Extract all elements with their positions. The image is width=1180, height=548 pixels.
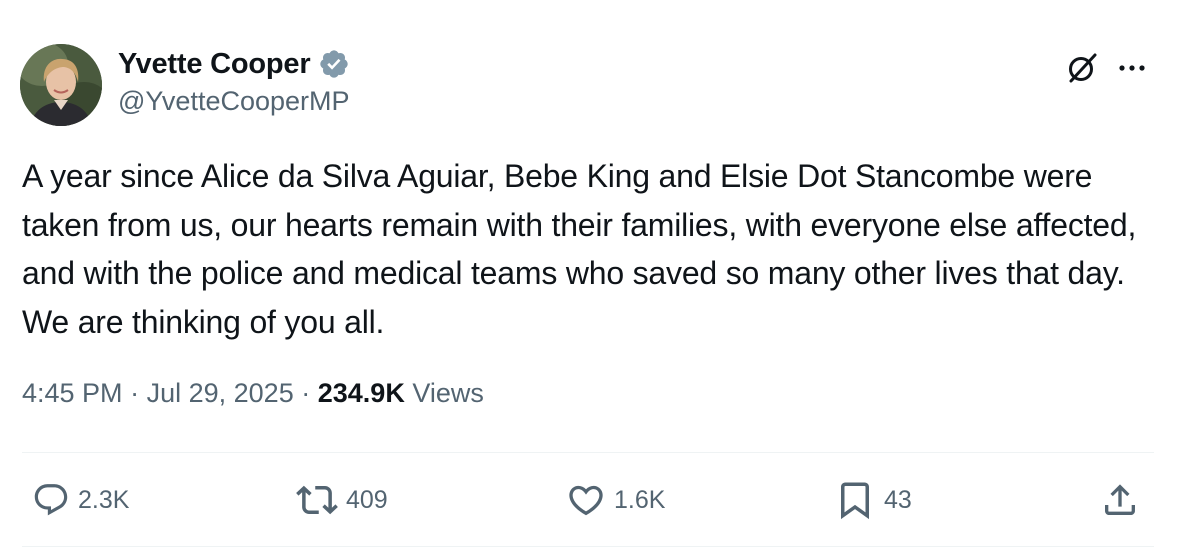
action-bar: 2.3K 409 1.6K 43	[0, 472, 1180, 528]
share-icon	[1105, 484, 1135, 515]
like-button[interactable]: 1.6K	[566, 472, 665, 528]
avatar-photo	[20, 44, 102, 126]
reply-count: 2.3K	[78, 485, 130, 514]
meta-separator: ·	[130, 378, 140, 408]
grok-icon[interactable]	[1062, 48, 1102, 88]
repost-count: 409	[346, 485, 388, 514]
bookmark-button[interactable]: 43	[834, 472, 912, 528]
author-display-name[interactable]: Yvette Cooper	[118, 48, 311, 81]
more-options-icon[interactable]	[1112, 48, 1152, 88]
repost-icon	[296, 485, 338, 515]
divider	[22, 452, 1154, 453]
views-label[interactable]: Views	[412, 378, 484, 408]
meta-separator: ·	[301, 378, 311, 408]
repost-button[interactable]: 409	[296, 472, 388, 528]
tweet-date[interactable]: Jul 29, 2025	[147, 378, 294, 408]
bookmark-count: 43	[884, 485, 912, 514]
reply-button[interactable]: 2.3K	[32, 472, 129, 528]
views-count[interactable]: 234.9K	[318, 378, 405, 408]
bookmark-icon	[841, 482, 869, 520]
share-button[interactable]	[1100, 472, 1140, 528]
reply-icon	[34, 484, 68, 516]
tweet: Yvette Cooper @YvetteCooperMP A year sin…	[0, 0, 1180, 548]
author-name-row: Yvette Cooper	[118, 44, 350, 84]
tweet-time[interactable]: 4:45 PM	[22, 378, 123, 408]
author-handle[interactable]: @YvetteCooperMP	[118, 86, 350, 117]
heart-icon	[569, 485, 603, 516]
tweet-meta: 4:45 PM · Jul 29, 2025 · 234.9K Views	[22, 378, 484, 409]
tweet-text: A year since Alice da Silva Aguiar, Bebe…	[22, 158, 1137, 340]
verified-badge-icon[interactable]	[318, 48, 350, 80]
divider	[22, 546, 1154, 547]
like-count: 1.6K	[614, 485, 666, 514]
avatar[interactable]	[20, 44, 102, 126]
